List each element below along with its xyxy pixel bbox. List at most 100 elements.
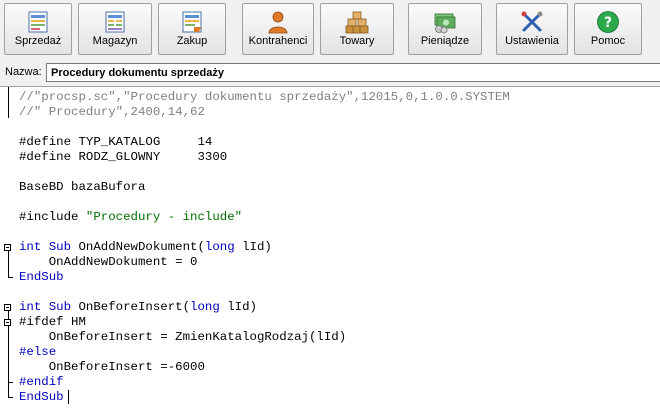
fold-toggle[interactable] xyxy=(4,244,11,251)
warehouse-button-label: Magazyn xyxy=(92,35,138,47)
code-text: //"procsp.sc","Procedury dokumentu sprze… xyxy=(19,90,510,105)
warehouse-button[interactable]: Magazyn xyxy=(78,3,152,55)
code-line: #define TYP_KATALOG 14 xyxy=(0,135,660,150)
code-token: EndSub xyxy=(19,390,64,404)
boxes-icon xyxy=(345,11,369,34)
fold-toggle[interactable] xyxy=(4,304,11,311)
money-icon xyxy=(434,13,456,34)
name-row: Nazwa: xyxy=(0,62,660,84)
code-text: #define TYP_KATALOG 14 xyxy=(19,135,212,150)
purchase-button-label: Zakup xyxy=(176,35,208,47)
code-text: int Sub OnBeforeInsert(long lId) xyxy=(19,300,257,315)
code-text: #include "Procedury - include" xyxy=(19,210,242,225)
code-token: #define TYP_KATALOG 14 xyxy=(19,135,213,149)
money-button-label: Pieniądze xyxy=(420,35,470,47)
code-line: int Sub OnAddNewDokument(long lId) xyxy=(0,240,660,255)
code-token: Sub xyxy=(48,300,72,314)
code-text: #ifdef HM xyxy=(19,315,86,330)
code-line: EndSub xyxy=(0,390,660,405)
code-token: Sub xyxy=(48,240,72,254)
code-line: #ifdef HM xyxy=(0,315,660,330)
settings-button-label: Ustawienia xyxy=(505,35,559,47)
code-line: int Sub OnBeforeInsert(long lId) xyxy=(0,300,660,315)
code-line: OnBeforeInsert = ZmienKatalogRodzaj(lId) xyxy=(0,330,660,345)
code-text: #else xyxy=(19,345,56,360)
code-token: EndSub xyxy=(19,270,64,284)
code-line: //"procsp.sc","Procedury dokumentu sprze… xyxy=(0,90,660,105)
code-text: OnAddNewDokument = 0 xyxy=(19,255,198,270)
help-button-label: Pomoc xyxy=(590,35,626,47)
name-input[interactable] xyxy=(46,63,660,82)
code-token: OnBeforeInsert = ZmienKatalogRodzaj(lId) xyxy=(19,330,347,344)
code-line: #define RODZ_GLOWNY 3300 xyxy=(0,150,660,165)
code-text: #endif xyxy=(19,375,64,390)
code-line: EndSub xyxy=(0,270,660,285)
code-line: #include "Procedury - include" xyxy=(0,210,660,225)
goods-button-label: Towary xyxy=(339,35,375,47)
fold-guide xyxy=(8,251,9,277)
code-token: //"procsp.sc","Procedury dokumentu sprze… xyxy=(19,90,510,104)
code-token: int xyxy=(19,300,42,314)
code-token: #define RODZ_GLOWNY 3300 xyxy=(19,150,228,164)
code-line: #else xyxy=(0,345,660,360)
fold-toggle[interactable] xyxy=(4,319,11,326)
sales-document-icon xyxy=(28,11,48,33)
text-caret xyxy=(68,390,69,404)
code-token: long xyxy=(190,300,220,314)
code-text: BaseBD bazaBufora xyxy=(19,180,145,195)
fold-end-tick xyxy=(8,277,13,278)
settings-button[interactable]: Ustawienia xyxy=(496,3,568,55)
help-icon: ? xyxy=(597,11,619,33)
sales-button[interactable]: Sprzedaż xyxy=(4,3,72,55)
fold-guide xyxy=(8,87,9,118)
purchase-document-icon xyxy=(182,11,202,33)
code-token: //" Procedury",2400,14,62 xyxy=(19,105,205,119)
code-text: int Sub OnAddNewDokument(long lId) xyxy=(19,240,272,255)
warehouse-document-icon xyxy=(105,11,125,33)
name-label: Nazwa: xyxy=(5,66,42,78)
code-token: int xyxy=(19,240,42,254)
tools-icon xyxy=(521,11,543,32)
fold-end-tick xyxy=(8,382,13,383)
code-text: OnBeforeInsert = ZmienKatalogRodzaj(lId) xyxy=(19,330,346,345)
code-text: //" Procedury",2400,14,62 xyxy=(19,105,205,120)
code-token: OnBeforeInsert( xyxy=(71,300,191,314)
contractors-button[interactable]: Kontrahenci xyxy=(242,3,314,55)
code-token: lId) xyxy=(219,300,257,314)
code-text: EndSub xyxy=(19,390,64,405)
code-token: "Procedury - include" xyxy=(85,210,243,224)
sales-button-label: Sprzedaż xyxy=(14,35,62,47)
code-editor[interactable]: //"procsp.sc","Procedury dokumentu sprze… xyxy=(0,86,660,415)
code-text: OnBeforeInsert =-6000 xyxy=(19,360,205,375)
goods-button[interactable]: Towary xyxy=(320,3,394,55)
code-line: OnBeforeInsert =-6000 xyxy=(0,360,660,375)
main-toolbar: Sprzedaż Magazyn Zakup Kontrahenci Towar… xyxy=(0,0,660,62)
code-token: #else xyxy=(19,345,57,359)
code-token: OnAddNewDokument( xyxy=(71,240,205,254)
fold-end-tick xyxy=(8,397,13,398)
contractors-button-label: Kontrahenci xyxy=(248,35,308,47)
code-token: #endif xyxy=(19,375,64,389)
code-token: #ifdef HM xyxy=(19,315,86,329)
money-button[interactable]: Pieniądze xyxy=(408,3,482,55)
code-token: long xyxy=(204,240,235,254)
code-token: lId) xyxy=(234,240,272,254)
code-token: OnAddNewDokument = 0 xyxy=(19,255,198,269)
svg-text:?: ? xyxy=(604,15,612,31)
purchase-button[interactable]: Zakup xyxy=(158,3,226,55)
code-line: BaseBD bazaBufora xyxy=(0,180,660,195)
help-button[interactable]: ? Pomoc xyxy=(574,3,642,55)
code-text: #define RODZ_GLOWNY 3300 xyxy=(19,150,227,165)
code-line: //" Procedury",2400,14,62 xyxy=(0,105,660,120)
person-icon xyxy=(268,11,288,34)
code-line: #endif xyxy=(0,375,660,390)
code-token: #include xyxy=(19,210,86,224)
code-token: BaseBD bazaBufora xyxy=(19,180,146,194)
